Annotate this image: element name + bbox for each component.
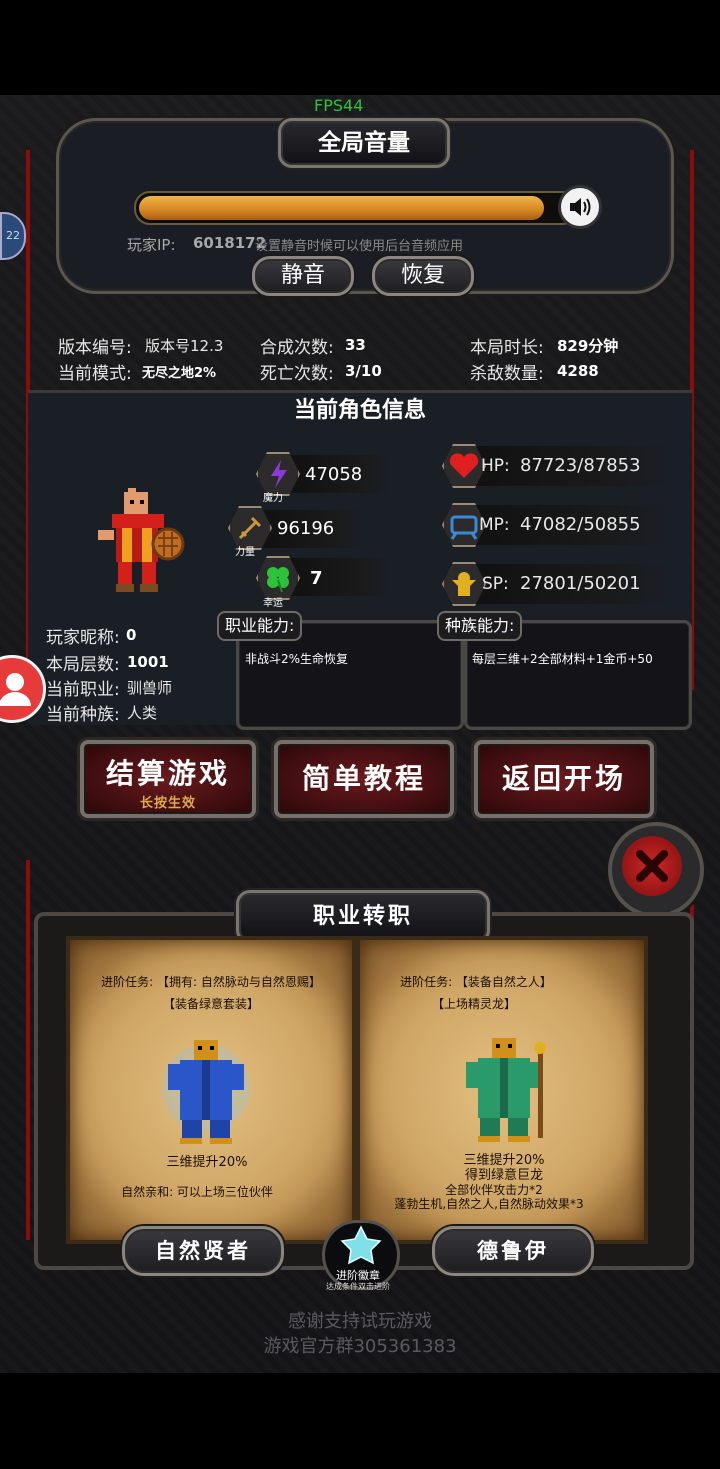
luck-label: 幸运 bbox=[263, 598, 283, 609]
footer-group: 游戏官方群305361383 bbox=[263, 1336, 457, 1357]
power-label: 力量 bbox=[235, 547, 255, 558]
mp-label: MP: bbox=[479, 515, 510, 535]
settle-game-label: 结算游戏 bbox=[105, 757, 230, 790]
druid-sprite bbox=[460, 1036, 550, 1144]
mode-value: 无尽之地2% bbox=[142, 366, 217, 381]
right-task-line1: 进阶任务: 【装备自然之人】 bbox=[400, 975, 552, 989]
close-button[interactable] bbox=[608, 822, 704, 918]
player-ip-label: 玩家IP: bbox=[127, 236, 176, 254]
settle-hint: 长按生效 bbox=[139, 796, 196, 811]
mp-value: 47082/50855 bbox=[520, 514, 641, 535]
hp-value: 87723/87853 bbox=[520, 455, 641, 476]
version-label: 版本编号: bbox=[58, 338, 132, 358]
duration-label: 本局时长: bbox=[470, 338, 544, 358]
character-section-title: 当前角色信息 bbox=[293, 398, 426, 423]
job-ability-title: 职业能力: bbox=[217, 611, 303, 641]
volume-slider-fill bbox=[139, 196, 544, 220]
volume-slider[interactable] bbox=[134, 191, 578, 225]
right-task-line2: 【上场精灵龙】 bbox=[431, 997, 516, 1011]
left-bonus1: 三维提升20% bbox=[166, 1155, 248, 1170]
race-label: 当前种族: bbox=[46, 705, 120, 725]
close-icon bbox=[622, 836, 682, 896]
druid-button[interactable]: 德鲁伊 bbox=[432, 1226, 594, 1276]
job-ability-text: 非战斗2%生命恢复 bbox=[245, 652, 349, 666]
mute-button[interactable]: 静音 bbox=[252, 256, 354, 296]
volume-title: 全局音量 bbox=[278, 118, 450, 168]
synth-label: 合成次数: bbox=[260, 338, 334, 358]
right-bonus4: 蓬勃生机,自然之人,自然脉动效果*3 bbox=[394, 1197, 584, 1211]
tutorial-button[interactable]: 简单教程 bbox=[274, 740, 454, 818]
death-label: 死亡次数: bbox=[260, 364, 334, 384]
power-value: 96196 bbox=[277, 518, 335, 539]
version-value: 版本号12.3 bbox=[145, 337, 224, 355]
mode-label: 当前模式: bbox=[58, 364, 132, 384]
fps-counter: FPS44 bbox=[314, 96, 364, 115]
job-label: 当前职业: bbox=[46, 680, 120, 700]
magic-value: 47058 bbox=[305, 464, 363, 485]
kills-label: 杀敌数量: bbox=[470, 364, 544, 384]
floor-value: 1001 bbox=[127, 653, 169, 671]
race-value: 人类 bbox=[127, 704, 158, 722]
restore-button[interactable]: 恢复 bbox=[372, 256, 474, 296]
speaker-icon[interactable] bbox=[558, 185, 602, 229]
settle-game-button[interactable]: 结算游戏 长按生效 bbox=[80, 740, 256, 818]
nickname-value: 0 bbox=[126, 626, 137, 644]
floor-label: 本局层数: bbox=[46, 655, 120, 675]
sp-value: 27801/50201 bbox=[520, 573, 641, 594]
luck-bar bbox=[290, 558, 390, 596]
left-bonus2: 自然亲和: 可以上场三位伙伴 bbox=[121, 1185, 273, 1199]
luck-value: 7 bbox=[310, 568, 323, 589]
nature-sage-sprite bbox=[158, 1038, 254, 1146]
return-start-button[interactable]: 返回开场 bbox=[474, 740, 654, 818]
nature-sage-button[interactable]: 自然贤者 bbox=[122, 1226, 284, 1276]
left-task-line2: 【装备绿意套装】 bbox=[162, 997, 259, 1011]
left-red-trim-lower bbox=[26, 860, 30, 1240]
nickname-label: 玩家昵称: bbox=[46, 628, 120, 648]
kills-value: 4288 bbox=[557, 362, 599, 380]
badge-hint: 达成条件双击进阶 bbox=[326, 1282, 390, 1291]
mute-hint: 设置静音时候可以使用后台音频应用 bbox=[255, 239, 464, 254]
user-avatar-icon[interactable] bbox=[0, 655, 46, 723]
badge-star-icon bbox=[340, 1225, 382, 1265]
sp-label: SP: bbox=[482, 574, 509, 594]
synth-value: 33 bbox=[345, 336, 366, 354]
duration-value: 829分钟 bbox=[557, 337, 619, 355]
character-sprite bbox=[94, 488, 186, 596]
left-task-line1: 进阶任务: 【拥有: 自然脉动与自然恩赐】 bbox=[101, 975, 321, 989]
magic-label: 魔力 bbox=[263, 493, 283, 504]
hp-label: HP: bbox=[481, 456, 510, 476]
job-value: 驯兽师 bbox=[127, 679, 173, 697]
race-ability-text: 每层三维+2全部材料+1金币+50 bbox=[472, 652, 653, 666]
death-value: 3/10 bbox=[345, 362, 382, 380]
footer-thanks: 感谢支持试玩游戏 bbox=[288, 1311, 432, 1332]
race-ability-title: 种族能力: bbox=[437, 611, 523, 641]
